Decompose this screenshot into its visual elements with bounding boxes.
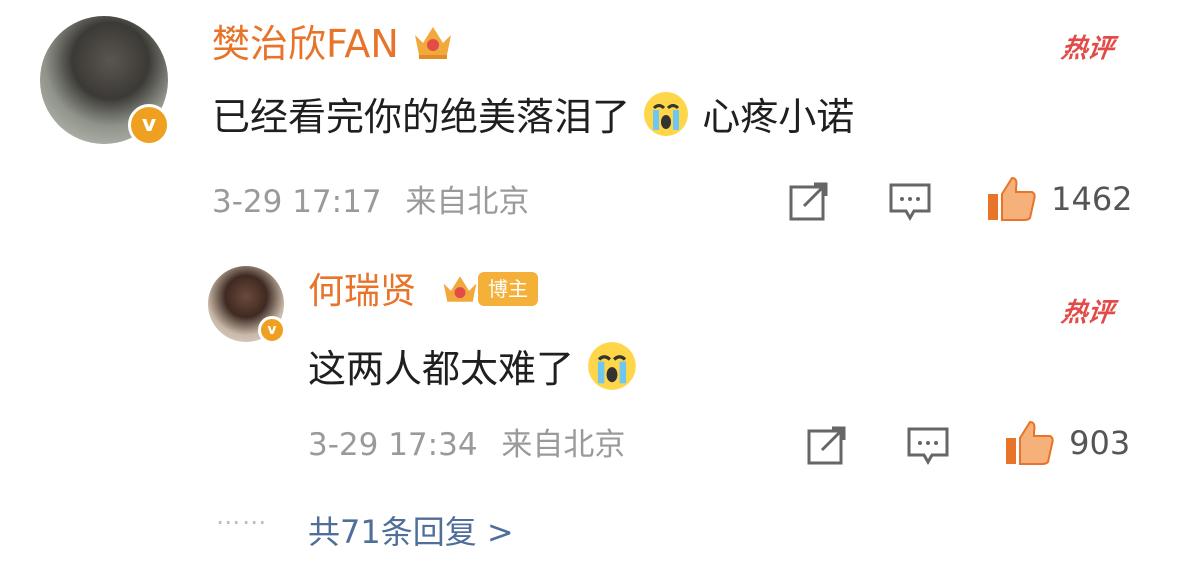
hot-comment-badge: 热评 — [1059, 34, 1116, 64]
crying-emoji-icon — [644, 92, 689, 136]
comment-username[interactable]: 樊治欣FAN — [212, 20, 455, 68]
comment-date: 3-29 17:17 — [212, 184, 382, 220]
ellipsis-dots: ⋯⋯ — [216, 508, 268, 536]
comment-meta: 3-29 17:17 来自北京 — [212, 182, 529, 222]
verified-badge-icon: v — [258, 316, 286, 344]
blogger-badge: 博主 — [478, 272, 538, 306]
like-count: 1462 — [1051, 180, 1133, 218]
comment-text: 已经看完你的绝美落泪了 心疼小诺 — [212, 90, 854, 143]
reply-text: 这两人都太难了 — [308, 340, 638, 395]
reply-location: 来自北京 — [501, 427, 626, 463]
view-more-replies-link[interactable]: 共71条回复 > — [308, 512, 514, 552]
username-text: 何瑞贤 — [308, 271, 417, 312]
username-text: 樊治欣FAN — [212, 22, 399, 66]
comment-location: 来自北京 — [405, 184, 530, 220]
reply-username[interactable]: 何瑞贤 — [308, 270, 416, 314]
like-button[interactable]: 903 — [1004, 418, 1130, 468]
thumbs-up-icon — [988, 176, 1036, 221]
comment-text-part1: 已经看完你的绝美落泪了 — [212, 95, 631, 139]
share-icon[interactable] — [806, 424, 848, 466]
reply-text-content: 这两人都太难了 — [308, 347, 575, 391]
comment-icon[interactable] — [888, 182, 932, 222]
thumbs-up-icon — [1006, 420, 1054, 465]
comment-icon[interactable] — [906, 426, 950, 466]
hot-comment-badge: 热评 — [1059, 298, 1116, 328]
share-icon[interactable] — [788, 180, 830, 222]
crown-icon — [443, 276, 477, 302]
reply-meta: 3-29 17:34 来自北京 — [308, 425, 625, 465]
comment-text-part2: 心疼小诺 — [702, 95, 855, 139]
like-button[interactable]: 1462 — [986, 174, 1133, 224]
like-count: 903 — [1069, 424, 1131, 462]
crown-icon — [414, 27, 451, 59]
reply-date: 3-29 17:34 — [308, 427, 478, 463]
crying-emoji-icon — [588, 342, 636, 390]
verified-badge-icon: v — [128, 104, 170, 146]
